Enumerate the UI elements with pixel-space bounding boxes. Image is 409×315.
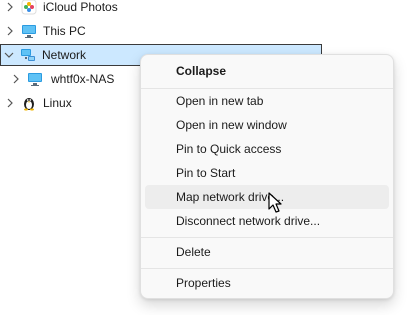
tree-item-label: This PC — [43, 24, 86, 38]
chevron-right-icon[interactable] — [9, 72, 23, 86]
network-icon — [20, 47, 36, 63]
this-pc-icon — [21, 23, 37, 39]
tree-item-label: whtf0x-NAS — [51, 72, 115, 86]
icloud-photos-icon — [21, 0, 37, 15]
tree-item-label: iCloud Photos — [43, 0, 118, 14]
chevron-right-icon[interactable] — [3, 0, 17, 14]
tree-item-label: Network — [42, 48, 87, 62]
tree-item-icloud-photos[interactable]: iCloud Photos — [2, 0, 322, 18]
menu-item-label: Pin to Quick access — [176, 142, 282, 156]
tree-item-this-pc[interactable]: This PC — [2, 20, 322, 42]
menu-item-pin-to-quick-access[interactable]: Pin to Quick access — [145, 137, 389, 161]
menu-item-label: Open in new tab — [176, 94, 264, 108]
menu-item-map-network-drive[interactable]: Map network drive... — [145, 185, 389, 209]
menu-item-label: Open in new window — [176, 118, 287, 132]
menu-item-label: Delete — [176, 245, 211, 259]
menu-item-delete[interactable]: Delete — [145, 240, 389, 264]
menu-separator — [141, 268, 393, 269]
mouse-pointer-icon — [268, 192, 284, 214]
menu-item-properties[interactable]: Properties — [145, 271, 389, 295]
chevron-down-icon[interactable] — [2, 48, 16, 62]
menu-item-label: Collapse — [176, 64, 227, 78]
menu-item-open-in-new-tab[interactable]: Open in new tab — [145, 89, 389, 113]
menu-item-disconnect-network-drive[interactable]: Disconnect network drive... — [145, 209, 389, 233]
menu-item-label: Properties — [176, 276, 231, 290]
chevron-right-icon[interactable] — [3, 24, 17, 38]
menu-item-open-in-new-window[interactable]: Open in new window — [145, 113, 389, 137]
menu-item-collapse[interactable]: Collapse — [145, 59, 389, 83]
chevron-right-icon[interactable] — [3, 96, 17, 110]
context-menu: Collapse Open in new tab Open in new win… — [140, 54, 394, 299]
menu-item-label: Pin to Start — [176, 166, 236, 180]
menu-item-label: Disconnect network drive... — [176, 214, 321, 228]
linux-penguin-icon — [21, 95, 37, 111]
menu-separator — [141, 237, 393, 238]
menu-item-pin-to-start[interactable]: Pin to Start — [145, 161, 389, 185]
computer-icon — [27, 71, 43, 87]
tree-item-label: Linux — [43, 96, 72, 110]
